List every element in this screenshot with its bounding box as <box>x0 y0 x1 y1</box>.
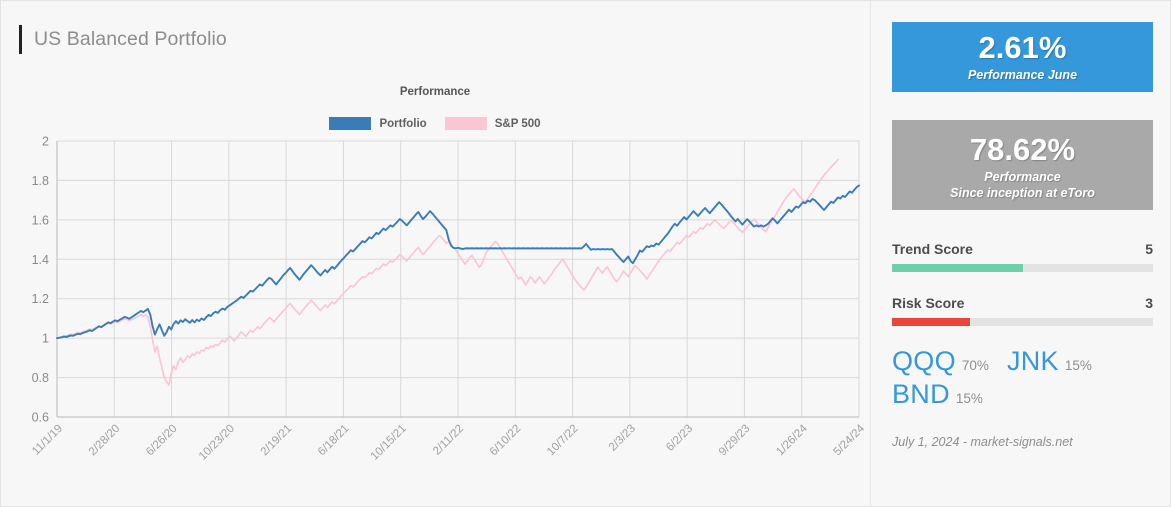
weight-jnk: 15% <box>1064 358 1092 373</box>
line-chart-svg: 0.6 0.8 1 1.2 1.4 1.6 1.8 2 11/1/19 2/28/20 6/26/2… <box>30 135 868 463</box>
svg-text:6/18/21: 6/18/21 <box>316 423 352 459</box>
page-title-row: US Balanced Portfolio <box>19 23 227 55</box>
trend-score-fill <box>892 264 1023 272</box>
trend-score-track <box>892 264 1153 272</box>
holdings-row: BND 15% <box>892 379 1162 410</box>
svg-text:6/26/20: 6/26/20 <box>144 423 180 459</box>
risk-score-value: 3 <box>1145 295 1153 311</box>
holdings-list: QQQ 70% JNK 15% BND 15% <box>892 346 1162 412</box>
risk-score-header: Risk Score 3 <box>892 295 1153 311</box>
ticker-bnd[interactable]: BND <box>892 379 950 410</box>
risk-score-block: Risk Score 3 <box>892 295 1153 326</box>
footnote: July 1, 2024 - market-signals.net <box>892 435 1073 449</box>
svg-text:9/29/23: 9/29/23 <box>717 423 753 459</box>
svg-text:2/28/20: 2/28/20 <box>87 423 123 459</box>
trend-score-block: Trend Score 5 <box>892 241 1153 272</box>
dashboard-root: US Balanced Portfolio Performance Portfo… <box>0 0 1171 507</box>
svg-text:0.6: 0.6 <box>32 411 49 425</box>
plot-area: 0.6 0.8 1 1.2 1.4 1.6 1.8 2 11/1/19 2/28/20 6/26/2… <box>1 133 869 499</box>
svg-text:1: 1 <box>42 332 49 346</box>
trend-score-value: 5 <box>1145 241 1153 257</box>
svg-text:1.6: 1.6 <box>32 213 49 227</box>
svg-text:1.4: 1.4 <box>32 253 49 267</box>
svg-text:10/23/20: 10/23/20 <box>197 423 237 463</box>
legend-label-sp500: S&P 500 <box>494 117 541 130</box>
legend-item-portfolio[interactable]: Portfolio <box>329 117 427 130</box>
svg-text:2/3/23: 2/3/23 <box>607 423 638 454</box>
legend-label-portfolio: Portfolio <box>379 117 427 130</box>
title-accent-bar <box>19 24 22 54</box>
performance-chart: Performance Portfolio S&P 500 0.6 0.8 1 1.2… <box>1 79 869 499</box>
inception-caption-line2: Since inception at eToro <box>950 186 1095 200</box>
chart-panel: US Balanced Portfolio Performance Portfo… <box>1 1 871 506</box>
trend-score-header: Trend Score 5 <box>892 241 1153 257</box>
stat-card-inception: 78.62% Performance Since inception at eT… <box>892 120 1153 210</box>
ticker-qqq[interactable]: QQQ <box>892 346 956 377</box>
svg-text:1.2: 1.2 <box>32 292 49 306</box>
chart-title: Performance <box>399 86 471 98</box>
summary-panel: 2.61% Performance June 78.62% Performanc… <box>872 1 1171 506</box>
weight-bnd: 15% <box>955 391 983 406</box>
risk-score-label: Risk Score <box>892 295 965 311</box>
ticker-jnk[interactable]: JNK <box>1007 346 1059 377</box>
svg-text:2/19/21: 2/19/21 <box>259 423 295 459</box>
svg-text:10/15/21: 10/15/21 <box>369 423 409 463</box>
risk-score-fill <box>892 318 971 326</box>
page-title: US Balanced Portfolio <box>34 27 227 50</box>
svg-text:5/24/24: 5/24/24 <box>832 422 868 458</box>
svg-text:6/2/23: 6/2/23 <box>664 423 695 454</box>
risk-score-track <box>892 318 1153 326</box>
inception-performance-value: 78.62% <box>969 132 1076 167</box>
svg-text:10/7/22: 10/7/22 <box>545 423 581 459</box>
svg-text:1.8: 1.8 <box>32 174 49 188</box>
stat-card-month: 2.61% Performance June <box>892 22 1153 92</box>
svg-text:0.8: 0.8 <box>32 371 49 385</box>
month-performance-caption: Performance June <box>967 68 1078 82</box>
legend-swatch-sp500 <box>444 117 487 130</box>
svg-text:2/11/22: 2/11/22 <box>431 423 466 458</box>
chart-legend: Portfolio S&P 500 <box>1 117 869 130</box>
legend-item-sp500[interactable]: S&P 500 <box>444 117 541 130</box>
svg-text:6/10/22: 6/10/22 <box>488 423 524 459</box>
svg-text:11/1/19: 11/1/19 <box>30 423 65 458</box>
svg-text:2: 2 <box>42 135 49 149</box>
legend-swatch-portfolio <box>329 117 372 130</box>
holdings-row: QQQ 70% JNK 15% <box>892 346 1162 377</box>
month-performance-value: 2.61% <box>978 30 1067 65</box>
svg-text:1/26/24: 1/26/24 <box>774 422 810 458</box>
trend-score-label: Trend Score <box>892 241 973 257</box>
inception-caption-line1: Performance <box>984 170 1061 184</box>
weight-qqq: 70% <box>961 358 989 373</box>
